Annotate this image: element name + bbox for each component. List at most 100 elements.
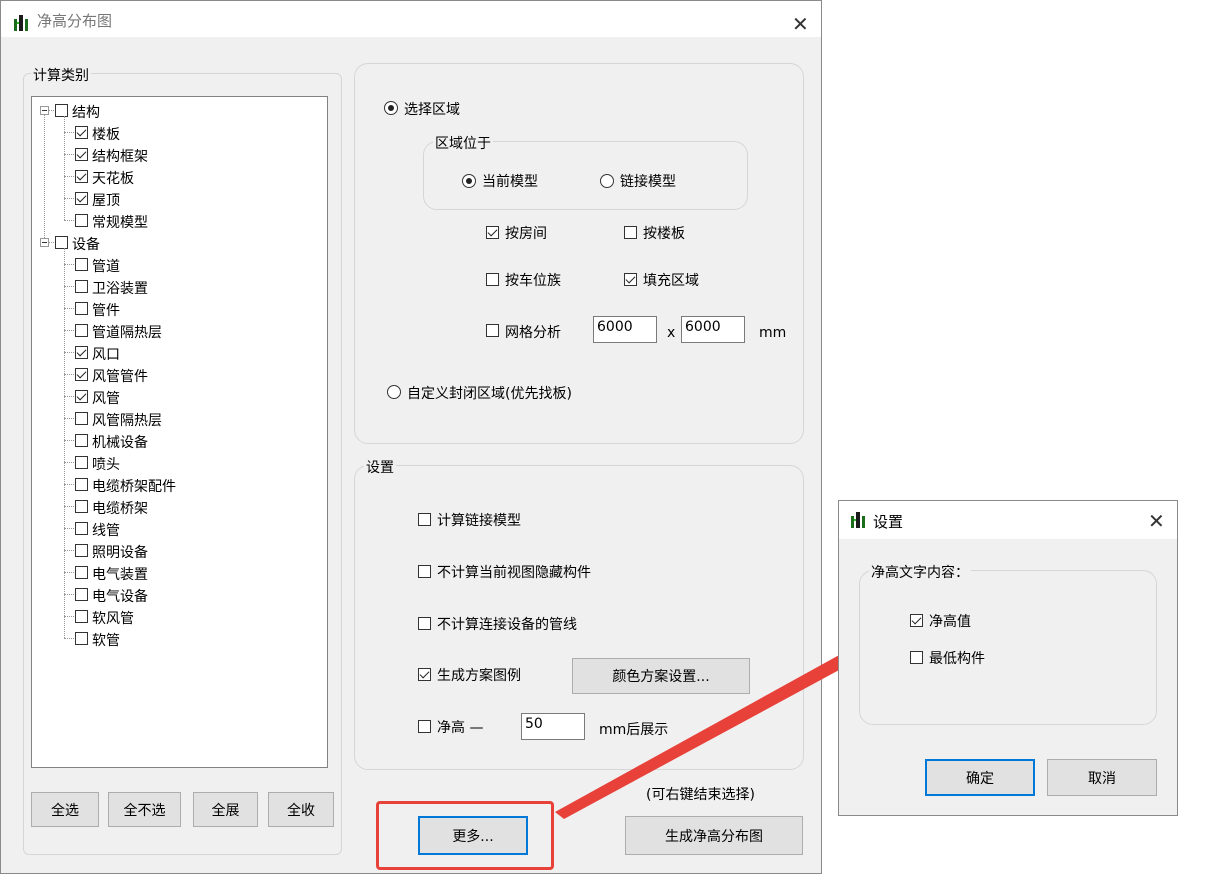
- grid-y-input[interactable]: 6000: [681, 316, 745, 343]
- tree-item[interactable]: 照明设备: [32, 540, 322, 561]
- tree-connector: [44, 115, 45, 238]
- current-model-radio[interactable]: [462, 174, 476, 188]
- tree-item-checkbox[interactable]: [75, 280, 88, 293]
- main-window-title: 净高分布图: [37, 12, 113, 30]
- tree-item[interactable]: 管道隔热层: [32, 320, 322, 341]
- by-room-checkbox[interactable]: [486, 226, 499, 239]
- tree-item[interactable]: 机械设备: [32, 430, 322, 451]
- lowest-component-label: 最低构件: [929, 651, 985, 667]
- tree-item-label: 卫浴装置: [92, 281, 148, 297]
- tree-item[interactable]: 楼板: [32, 122, 322, 143]
- skip-connected-checkbox[interactable]: [418, 617, 431, 630]
- tree-item-label: 电气装置: [92, 567, 148, 583]
- cancel-button[interactable]: 取消: [1047, 759, 1157, 796]
- tree-item[interactable]: 管件: [32, 298, 322, 319]
- tree-item[interactable]: 屋顶: [32, 188, 322, 209]
- tree-group-node[interactable]: 设备: [32, 232, 322, 253]
- tree-item-checkbox[interactable]: [75, 368, 88, 381]
- tree-item-label: 电缆桥架配件: [92, 479, 176, 495]
- tree-item-checkbox[interactable]: [75, 500, 88, 513]
- tree-connector: [64, 506, 74, 507]
- tree-item-checkbox[interactable]: [75, 610, 88, 623]
- tree-item-checkbox[interactable]: [75, 126, 88, 139]
- settings-app-logo-icon: [851, 512, 865, 528]
- tree-item[interactable]: 软管: [32, 628, 322, 649]
- tree-item[interactable]: 喷头: [32, 452, 322, 473]
- tree-item-checkbox[interactable]: [75, 632, 88, 645]
- tree-item-checkbox[interactable]: [75, 588, 88, 601]
- tree-item-checkbox[interactable]: [75, 214, 88, 227]
- skip-hidden-checkbox[interactable]: [418, 565, 431, 578]
- text-content-group: [859, 570, 1157, 725]
- tree-item[interactable]: 线管: [32, 518, 322, 539]
- by-parking-checkbox[interactable]: [486, 273, 499, 286]
- clear-height-checkbox[interactable]: [418, 720, 431, 733]
- tree-item[interactable]: 卫浴装置: [32, 276, 322, 297]
- settings-titlebar[interactable]: 设置 ✕: [839, 501, 1177, 539]
- tree-item-checkbox[interactable]: [75, 148, 88, 161]
- tree-item-checkbox[interactable]: [75, 258, 88, 271]
- expand-all-button[interactable]: 全展: [193, 792, 258, 827]
- tree-item-checkbox[interactable]: [75, 324, 88, 337]
- tree-item-checkbox[interactable]: [75, 192, 88, 205]
- tree-item[interactable]: 管道: [32, 254, 322, 275]
- tree-item[interactable]: 风管: [32, 386, 322, 407]
- tree-item[interactable]: 电气装置: [32, 562, 322, 583]
- tree-item-checkbox[interactable]: [75, 566, 88, 579]
- tree-item-checkbox[interactable]: [75, 302, 88, 315]
- tree-item-checkbox[interactable]: [75, 522, 88, 535]
- tree-item-label: 风管管件: [92, 369, 148, 385]
- tree-item-checkbox[interactable]: [75, 170, 88, 183]
- generate-button[interactable]: 生成净高分布图: [625, 816, 803, 855]
- lowest-component-checkbox[interactable]: [910, 651, 923, 664]
- grid-analysis-checkbox[interactable]: [486, 324, 499, 337]
- tree-item[interactable]: 软风管: [32, 606, 322, 627]
- fill-region-label: 填充区域: [643, 273, 699, 289]
- tree-item-checkbox[interactable]: [75, 434, 88, 447]
- tree-connector: [64, 264, 74, 265]
- by-floor-checkbox[interactable]: [624, 226, 637, 239]
- tree-item[interactable]: 电缆桥架配件: [32, 474, 322, 495]
- tree-item[interactable]: 风口: [32, 342, 322, 363]
- custom-region-radio[interactable]: [387, 385, 401, 399]
- app-logo-icon: [14, 15, 28, 31]
- by-room-label: 按房间: [505, 226, 547, 242]
- tree-item[interactable]: 风管隔热层: [32, 408, 322, 429]
- main-close-icon[interactable]: ✕: [792, 14, 809, 34]
- tree-connector: [49, 110, 54, 111]
- calc-linked-checkbox[interactable]: [418, 513, 431, 526]
- tree-item-checkbox[interactable]: [75, 456, 88, 469]
- tree-item[interactable]: 电气设备: [32, 584, 322, 605]
- settings-close-icon[interactable]: ✕: [1148, 511, 1165, 531]
- ok-button[interactable]: 确定: [925, 759, 1035, 796]
- select-all-button[interactable]: 全选: [31, 792, 99, 827]
- tree-item-checkbox[interactable]: [75, 478, 88, 491]
- tree-item-label: 管道隔热层: [92, 325, 162, 341]
- tree-item-checkbox[interactable]: [75, 544, 88, 557]
- tree-item-checkbox[interactable]: [75, 346, 88, 359]
- tree-item-checkbox[interactable]: [75, 412, 88, 425]
- clear-height-value-checkbox[interactable]: [910, 614, 923, 627]
- legend-checkbox[interactable]: [418, 668, 431, 681]
- select-none-button[interactable]: 全不选: [108, 792, 181, 827]
- main-titlebar[interactable]: 净高分布图 ✕: [1, 1, 821, 37]
- tree-item[interactable]: 常规模型: [32, 210, 322, 231]
- tree-item[interactable]: 天花板: [32, 166, 322, 187]
- tree-expander-icon[interactable]: [40, 238, 49, 247]
- tree-item[interactable]: 结构框架: [32, 144, 322, 165]
- select-region-radio[interactable]: [384, 101, 398, 115]
- tree-group-node[interactable]: 结构: [32, 100, 322, 121]
- category-tree[interactable]: 结构 楼板 结构框架 天花板 屋顶 常规模型 设备 管道 卫浴装置 管件 管道隔热层 风口 风管管件 风管…: [31, 96, 328, 768]
- tree-item-checkbox[interactable]: [55, 236, 68, 249]
- tree-item[interactable]: 电缆桥架: [32, 496, 322, 517]
- tree-expander-icon[interactable]: [40, 106, 49, 115]
- tree-item-checkbox[interactable]: [55, 104, 68, 117]
- tree-connector: [64, 528, 74, 529]
- tree-item-checkbox[interactable]: [75, 390, 88, 403]
- tree-item[interactable]: 风管管件: [32, 364, 322, 385]
- grid-x-input[interactable]: 6000: [593, 316, 657, 343]
- collapse-all-button[interactable]: 全收: [268, 792, 334, 827]
- fill-region-checkbox[interactable]: [624, 273, 637, 286]
- linked-model-radio[interactable]: [600, 174, 614, 188]
- tree-item-label: 结构: [72, 105, 100, 121]
